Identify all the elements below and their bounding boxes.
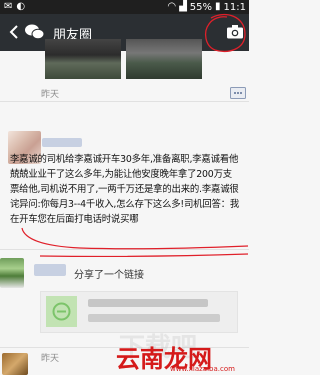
link-title (88, 299, 208, 307)
divider (0, 101, 249, 102)
battery-percentage: 55% (189, 1, 213, 13)
back-arrow-icon[interactable] (6, 23, 24, 41)
clock: 11:1 (223, 1, 246, 13)
post-text: 李嘉诚的司机给李嘉诚开车30多年,准备离职,李嘉诚看他兢兢业业干了这么多年,为能… (10, 154, 240, 225)
wifi-icon: ◠ (167, 1, 177, 12)
link-subtitle (88, 314, 220, 322)
avatar[interactable] (2, 353, 28, 375)
post-photo[interactable] (45, 39, 121, 79)
message-notification-icon: ✉ (4, 1, 13, 12)
avatar[interactable] (0, 258, 24, 288)
poster-name[interactable] (34, 264, 66, 276)
post-time: 昨天 (41, 354, 60, 364)
watermark-url: www.xiazaiba.com (170, 365, 235, 373)
signal-icon: ▟ (179, 1, 187, 12)
red-underline-annotation (21, 227, 249, 257)
moment-post: 昨天 (0, 39, 249, 100)
moments-feed[interactable]: 昨天 李嘉诚的司机给李嘉诚开车30多年,准备离职,李嘉诚看他兢兢业业干了这么多年… (0, 39, 249, 375)
red-circle-annotation (204, 13, 246, 53)
link-app-icon (52, 302, 71, 321)
watermark: 下载吧 云南龙网 www.xiazaiba.com (116, 327, 249, 373)
poster-name[interactable] (42, 138, 82, 147)
wechat-logo-icon (25, 24, 45, 40)
comment-icon[interactable] (230, 87, 246, 99)
post-time: 昨天 (41, 90, 60, 100)
post-photo[interactable] (126, 39, 202, 79)
share-label: 分享了一个链接 (74, 270, 144, 281)
wechat-notification-icon: ◐ (16, 1, 26, 12)
notification-icons: ✉ ◐ (4, 1, 25, 13)
link-thumbnail (46, 296, 77, 327)
